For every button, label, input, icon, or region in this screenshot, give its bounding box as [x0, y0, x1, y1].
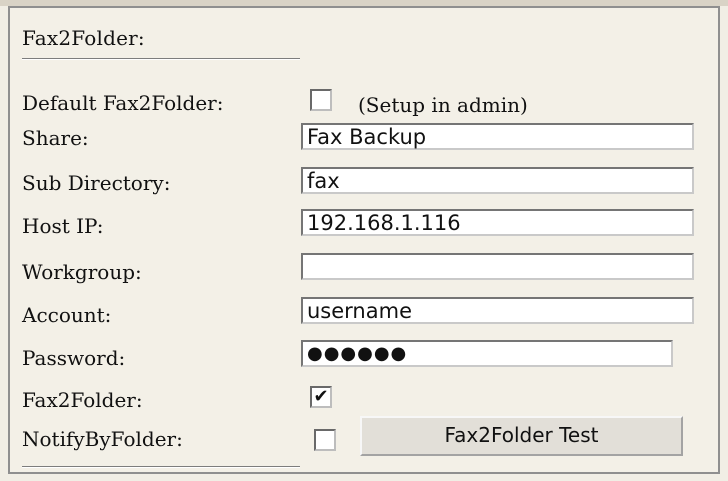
divider-top: [22, 58, 300, 60]
workgroup-label: Workgroup:: [22, 260, 142, 284]
share-label: Share:: [22, 126, 89, 150]
section-title: Fax2Folder:: [22, 26, 145, 50]
default-fax2folder-label: Default Fax2Folder:: [22, 91, 224, 115]
account-label: Account:: [22, 303, 112, 327]
fax2folder-panel: Fax2Folder: Default Fax2Folder: (Setup i…: [8, 6, 720, 474]
fax2folder-checkbox[interactable]: ✔: [310, 386, 332, 408]
setup-in-admin-hint: (Setup in admin): [358, 93, 528, 117]
workgroup-input[interactable]: [301, 253, 694, 280]
default-fax2folder-checkbox[interactable]: [310, 89, 332, 111]
host-ip-input[interactable]: 192.168.1.116: [301, 209, 694, 236]
password-label: Password:: [22, 346, 126, 370]
fax2folder-label: Fax2Folder:: [22, 388, 143, 412]
check-icon: ✔: [313, 386, 329, 407]
host-ip-label: Host IP:: [22, 214, 104, 238]
notify-by-folder-checkbox[interactable]: [314, 429, 336, 451]
sub-directory-input[interactable]: fax: [301, 167, 694, 194]
share-input[interactable]: Fax Backup: [301, 123, 694, 150]
notify-by-folder-label: NotifyByFolder:: [22, 427, 183, 451]
password-input[interactable]: ●●●●●●: [301, 340, 673, 367]
fax2folder-test-button[interactable]: Fax2Folder Test: [360, 416, 683, 456]
account-input[interactable]: username: [301, 297, 694, 324]
sub-directory-label: Sub Directory:: [22, 171, 171, 195]
divider-bottom: [22, 466, 300, 468]
